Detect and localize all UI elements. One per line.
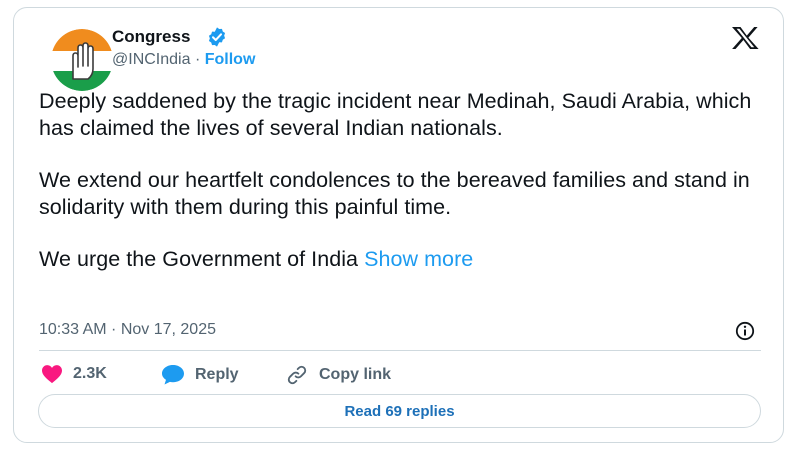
author-name[interactable]: Congress (112, 27, 190, 47)
author-handle[interactable]: @INCIndia (112, 51, 191, 68)
tweet-paragraph: We urge the Government of India Show mor… (39, 246, 769, 273)
tweet-paragraph-text: We urge the Government of India (39, 247, 359, 271)
heart-icon (42, 365, 62, 384)
tweet-paragraph: We extend our heartfelt condolences to t… (39, 168, 750, 219)
verified-badge-icon (208, 27, 226, 47)
reply-label: Reply (195, 365, 239, 383)
follow-button[interactable]: Follow (205, 51, 256, 68)
info-icon[interactable] (735, 321, 755, 341)
x-logo-icon[interactable] (730, 26, 760, 50)
speech-bubble-icon (162, 365, 184, 385)
handle-separator: · (194, 51, 201, 68)
copy-link-label: Copy link (319, 366, 392, 383)
link-icon (287, 365, 307, 385)
like-count: 2.3K (73, 365, 107, 382)
divider (39, 350, 761, 351)
read-replies-button[interactable]: Read 69 replies (38, 394, 761, 428)
tweet-text: Deeply saddened by the tragic incident n… (39, 88, 769, 273)
avatar[interactable] (51, 29, 113, 91)
congress-hand-logo (51, 29, 113, 91)
copy-link-button[interactable]: Copy link (285, 364, 391, 386)
like-button[interactable]: 2.3K (41, 364, 107, 384)
tweet-timestamp[interactable]: 10:33 AM · Nov 17, 2025 (39, 321, 216, 339)
tweet-card: Congress @INCIndia · Follow Deeply sadde… (13, 7, 784, 443)
author-handle-row: @INCIndia · Follow (112, 51, 255, 69)
show-more-link[interactable]: Show more (364, 247, 473, 271)
tweet-paragraph: Deeply saddened by the tragic incident n… (39, 89, 752, 140)
reply-button[interactable]: Reply (161, 364, 239, 385)
